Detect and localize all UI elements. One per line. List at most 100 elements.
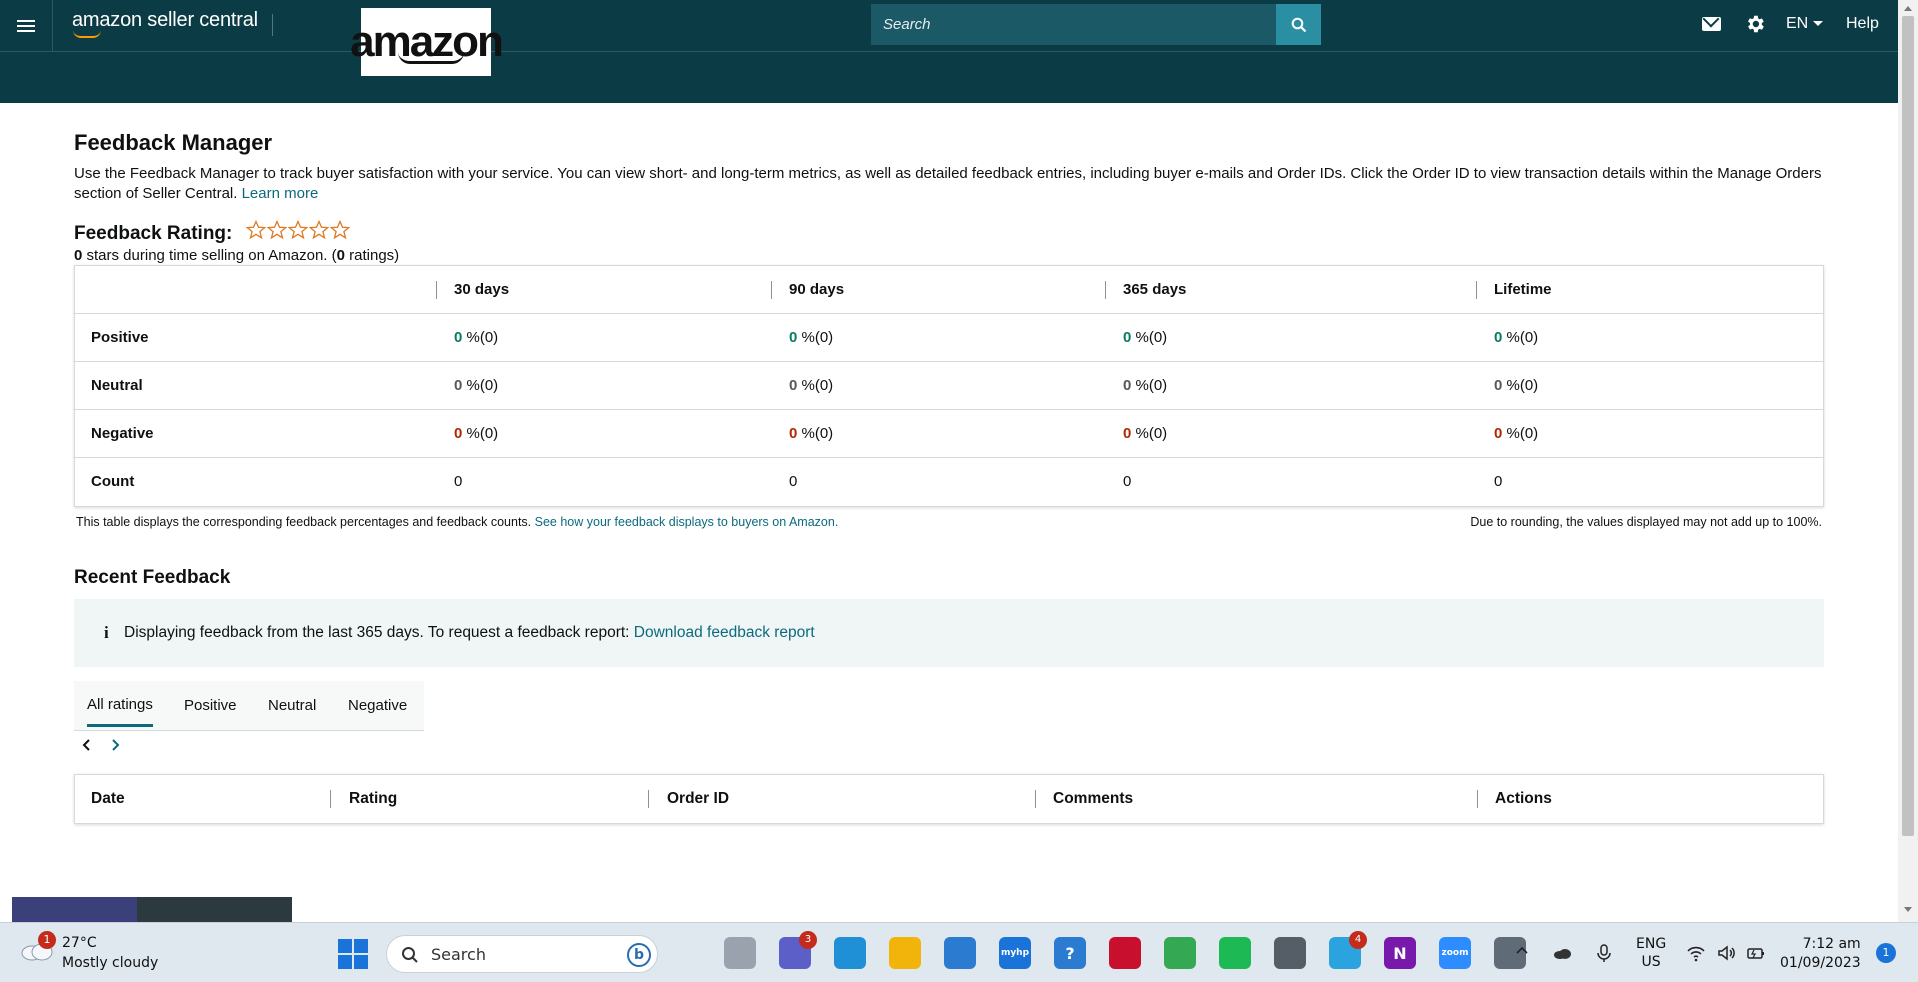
count-value: %(0)	[1131, 377, 1168, 394]
info-message: Displaying feedback from the last 365 da…	[124, 624, 815, 642]
recent-feedback-title: Recent Feedback	[74, 567, 231, 588]
count-value: %(0)	[797, 329, 834, 346]
start-button[interactable]	[338, 939, 368, 969]
microsoft-store-icon[interactable]	[944, 937, 976, 969]
row-label: Count	[91, 473, 135, 490]
chrome-icon[interactable]	[1164, 937, 1196, 969]
mail-icon[interactable]	[1702, 17, 1721, 31]
brand-smile-icon	[73, 30, 101, 38]
column-header-date[interactable]: Date	[91, 775, 125, 823]
column-header-comments[interactable]: Comments	[1053, 775, 1133, 823]
language-selector[interactable]: EN	[1786, 15, 1824, 33]
count-value: %(0)	[462, 329, 499, 346]
gear-icon[interactable]	[1744, 13, 1766, 35]
notification-badge: 3	[799, 931, 817, 949]
volume-icon[interactable]	[1716, 943, 1736, 963]
tab-positive[interactable]: Positive	[184, 681, 237, 731]
column-header-rating[interactable]: Rating	[349, 775, 397, 823]
edge-icon[interactable]	[834, 937, 866, 969]
feedback-display-link[interactable]: See how your feedback displays to buyers…	[535, 515, 839, 529]
top-navigation-bar: amazon seller central EN Help amazon	[0, 0, 1898, 103]
count-value: %(0)	[1131, 425, 1168, 442]
count-value: %(0)	[462, 377, 499, 394]
spotify-icon[interactable]	[1219, 937, 1251, 969]
table-row-neutral: Neutral 0 %(0) 0 %(0) 0 %(0) 0 %(0)	[75, 362, 1823, 410]
download-feedback-report-link[interactable]: Download feedback report	[634, 624, 815, 641]
taskbar-search[interactable]: Search b	[386, 935, 658, 973]
divider	[272, 14, 273, 36]
page-scrollbar[interactable]	[1898, 0, 1918, 922]
info-alert: i Displaying feedback from the last 365 …	[74, 599, 1824, 667]
scroll-down-arrow-icon[interactable]	[1904, 907, 1912, 912]
table-row-positive: Positive 0 %(0) 0 %(0) 0 %(0) 0 %(0)	[75, 314, 1823, 362]
calculator-icon[interactable]	[1274, 937, 1306, 969]
microphone-icon[interactable]	[1594, 943, 1614, 963]
tab-neutral[interactable]: Neutral	[268, 681, 316, 731]
brand-name[interactable]: amazon seller central	[72, 9, 258, 32]
search-bar	[871, 4, 1321, 45]
scroll-up-arrow-icon[interactable]	[1904, 6, 1912, 11]
system-clock[interactable]: 7:12 am 01/09/2023	[1780, 935, 1861, 973]
hamburger-menu-icon[interactable]	[14, 14, 38, 38]
get-help-label: ?	[1065, 943, 1075, 963]
table-cell: 0 %(0)	[1123, 410, 1167, 458]
region-code: US	[1641, 954, 1661, 970]
tab-all-ratings[interactable]: All ratings	[87, 681, 153, 727]
learn-more-link[interactable]: Learn more	[242, 185, 319, 202]
search-icon	[1291, 17, 1306, 32]
help-link[interactable]: Help	[1846, 15, 1879, 33]
row-label: Positive	[91, 329, 149, 346]
table-cell: 0 %(0)	[1494, 410, 1538, 458]
search-button[interactable]	[1276, 4, 1321, 45]
info-message-text: Displaying feedback from the last 365 da…	[124, 624, 630, 641]
chevron-left-icon[interactable]	[80, 737, 94, 751]
onenote-icon[interactable]: N	[1384, 937, 1416, 969]
rating-count-text: ratings)	[344, 247, 400, 264]
file-explorer-icon[interactable]	[889, 937, 921, 969]
bing-icon[interactable]: b	[627, 943, 651, 967]
table-header-row: 30 days 90 days 365 days Lifetime	[75, 266, 1823, 314]
column-header-actions[interactable]: Actions	[1495, 775, 1552, 823]
temperature: 27°C	[62, 935, 97, 951]
search-input[interactable]	[871, 4, 1276, 45]
scroll-thumb[interactable]	[1902, 16, 1914, 836]
teams-icon[interactable]: 3	[779, 931, 817, 969]
table-cell: 0 %(0)	[789, 362, 833, 410]
wifi-icon[interactable]	[1686, 943, 1706, 963]
column-divider	[771, 281, 772, 299]
count-value: 0	[1494, 473, 1503, 490]
battery-icon[interactable]	[1746, 943, 1766, 963]
table-cell: 0 %(0)	[1494, 362, 1538, 410]
clock-time: 7:12 am	[1802, 936, 1861, 952]
telegram-icon[interactable]: 4	[1329, 931, 1367, 969]
myhp-icon[interactable]: myhp	[999, 937, 1031, 969]
tab-negative[interactable]: Negative	[348, 681, 407, 731]
zoom-icon[interactable]: zoom	[1439, 937, 1471, 969]
column-header-order-id[interactable]: Order ID	[667, 775, 729, 823]
video-thumbnail	[12, 897, 292, 922]
rating-stars-text: stars during time selling on Amazon. (	[82, 247, 337, 264]
column-divider	[330, 790, 331, 808]
count-value: 0	[1123, 473, 1132, 490]
onedrive-cloud-icon[interactable]	[1552, 943, 1572, 963]
get-help-icon[interactable]: ?	[1054, 937, 1086, 969]
column-divider	[1035, 790, 1036, 808]
weather-widget[interactable]: 1 27°C Mostly cloudy	[20, 931, 220, 975]
top-navigation-row: amazon seller central EN Help	[0, 0, 1898, 52]
info-icon: i	[104, 623, 109, 642]
language-label: EN	[1786, 15, 1809, 32]
myhp-label: myhp	[1000, 948, 1030, 958]
chevron-right-icon[interactable]	[108, 737, 122, 751]
column-divider	[1477, 790, 1478, 808]
divider	[52, 0, 53, 52]
mcafee-icon[interactable]	[1109, 937, 1141, 969]
notification-badge[interactable]: 1	[1876, 943, 1896, 963]
rating-count-value: 0	[336, 247, 345, 264]
chevron-up-icon[interactable]	[1516, 945, 1528, 957]
table-cell: 0 %(0)	[1123, 314, 1167, 362]
column-header-lifetime: Lifetime	[1494, 281, 1552, 298]
input-language-indicator[interactable]: ENG US	[1636, 935, 1666, 971]
task-view-icon[interactable]	[724, 937, 756, 969]
page-title: Feedback Manager	[74, 130, 273, 155]
logo-smile-icon	[398, 52, 464, 64]
